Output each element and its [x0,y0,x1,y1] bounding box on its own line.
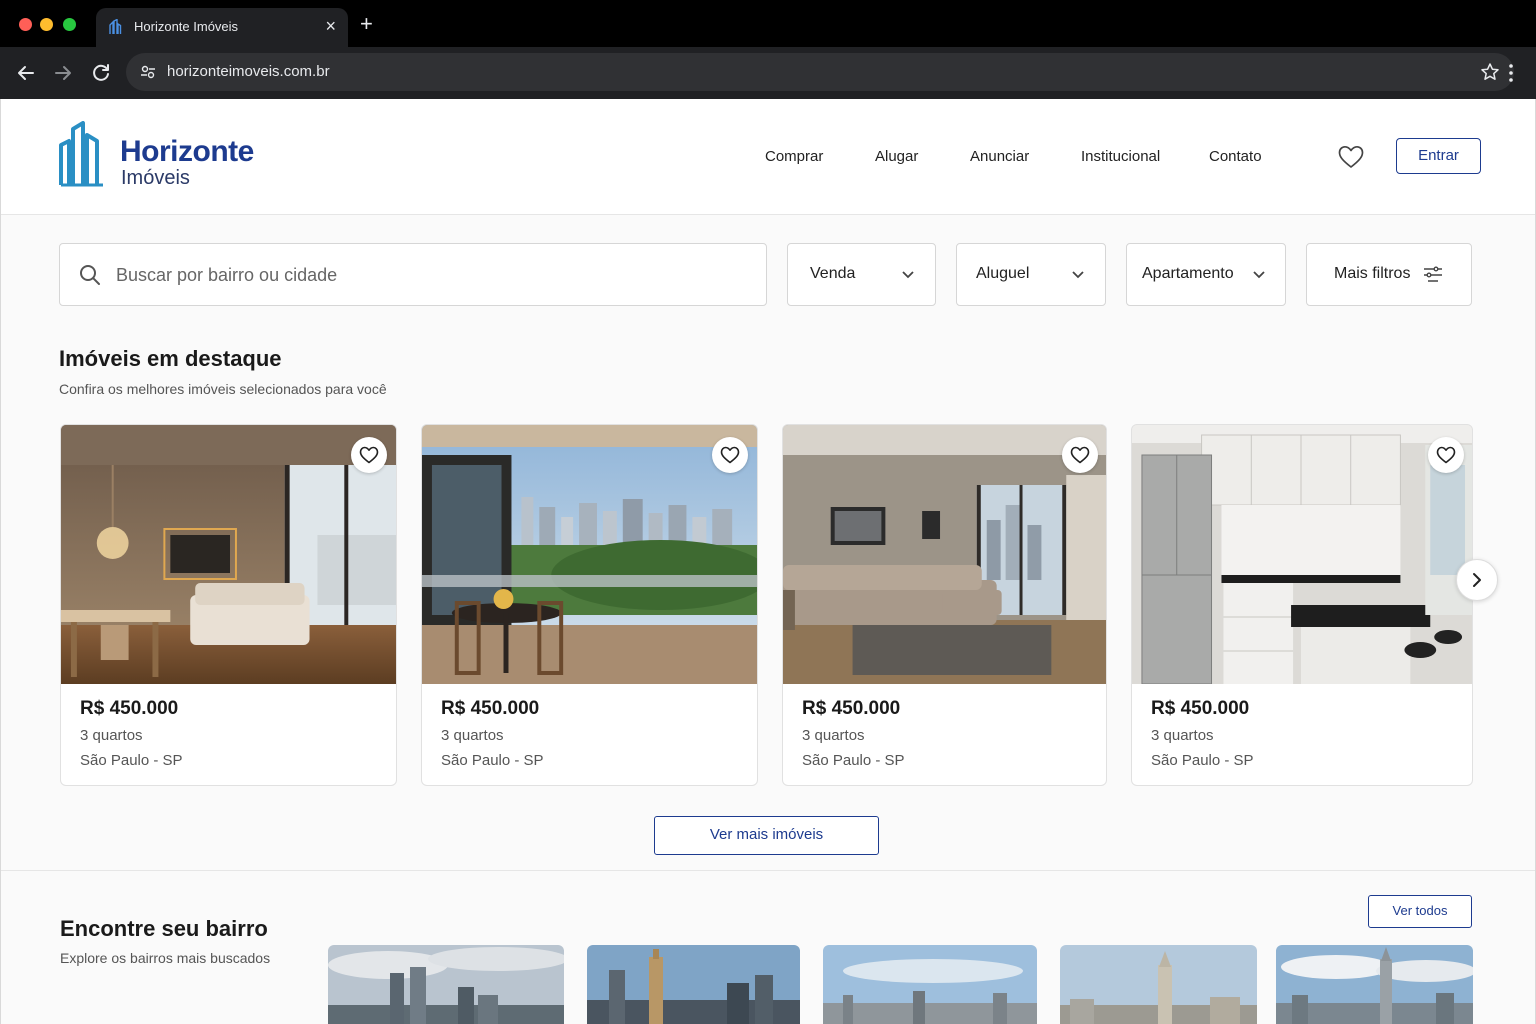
favorite-button[interactable] [712,437,748,473]
logo-buildings-icon[interactable] [59,121,107,187]
nav-anunciar[interactable]: Anunciar [970,148,1029,165]
listing-rooms: 3 quartos [802,727,865,744]
browser-toolbar: horizonteimoveis.com.br [0,47,1536,99]
bookmark-star-icon[interactable] [1480,62,1500,82]
listing-location: São Paulo - SP [1151,752,1254,769]
favorite-button[interactable] [1062,437,1098,473]
filter-sliders-icon [1424,266,1442,282]
listing-photo[interactable] [1132,425,1472,684]
back-arrow-icon[interactable] [14,61,38,85]
neighborhood-card[interactable] [587,945,800,1024]
listing-rooms: 3 quartos [441,727,504,744]
listing-card[interactable]: R$ 450.000 3 quartos São Paulo - SP [421,424,758,786]
listing-location: São Paulo - SP [802,752,905,769]
maximize-window-button[interactable] [63,18,76,31]
close-window-button[interactable] [19,18,32,31]
chevron-right-icon [1473,573,1481,587]
select-value: Venda [810,265,856,282]
favorites-heart-icon[interactable] [1338,145,1364,169]
search-input[interactable] [116,262,736,288]
forward-arrow-icon[interactable] [51,61,75,85]
heart-icon [359,446,379,464]
favorite-button[interactable] [351,437,387,473]
listing-price: R$ 450.000 [80,698,179,719]
neighborhoods-subtitle: Explore os bairros mais buscados [60,950,271,966]
select-value: Aluguel [976,265,1030,282]
transaction-type-select[interactable]: Venda [787,243,936,306]
close-tab-icon[interactable]: × [325,17,336,35]
logo-tagline: Imóveis [121,167,190,189]
featured-title: Imóveis em destaque [59,346,282,371]
minimize-window-button[interactable] [40,18,53,31]
neighborhood-card[interactable] [823,945,1037,1024]
nav-contato[interactable]: Contato [1209,148,1262,165]
tab-title: Horizonte Imóveis [134,19,239,34]
chevron-down-icon [902,271,914,279]
listing-rooms: 3 quartos [80,727,143,744]
listing-rooms: 3 quartos [1151,727,1214,744]
url-text: horizonteimoveis.com.br [167,63,330,80]
listing-price: R$ 450.000 [802,698,901,719]
featured-subtitle: Confira os melhores imóveis selecionados… [59,381,387,397]
view-more-listings-button[interactable]: Ver mais imóveis [654,816,879,855]
listing-price: R$ 450.000 [1151,698,1250,719]
section-divider [1,870,1535,871]
listing-card[interactable]: R$ 450.000 3 quartos São Paulo - SP [782,424,1107,786]
site-favicon-icon [109,19,122,34]
search-icon [80,265,100,285]
neighborhood-card[interactable] [1276,945,1473,1024]
listing-photo[interactable] [783,425,1106,684]
chevron-down-icon [1253,271,1265,279]
heart-icon [720,446,740,464]
listing-price: R$ 450.000 [441,698,540,719]
see-all-neighborhoods-button[interactable]: Ver todos [1368,895,1472,928]
page: Horizonte Imóveis Comprar Alugar Anuncia… [0,99,1536,1024]
nav-comprar[interactable]: Comprar [765,148,823,165]
favorite-button[interactable] [1428,437,1464,473]
chevron-down-icon [1072,271,1084,279]
heart-icon [1070,446,1090,464]
neighborhood-card[interactable] [1060,945,1257,1024]
property-type-select[interactable]: Apartamento [1126,243,1286,306]
listing-location: São Paulo - SP [441,752,544,769]
browser-chrome: Horizonte Imóveis × + horizonteimoveis.c… [0,0,1536,99]
site-header: Horizonte Imóveis Comprar Alugar Anuncia… [1,99,1535,215]
neighborhoods-title: Encontre seu bairro [60,916,268,941]
listing-card[interactable]: R$ 450.000 3 quartos São Paulo - SP [60,424,397,786]
site-settings-icon[interactable] [140,64,156,80]
carousel-next-button[interactable] [1456,559,1498,601]
nav-institucional[interactable]: Institucional [1081,148,1160,165]
logo-brand-name[interactable]: Horizonte [120,135,254,169]
listing-card[interactable]: R$ 450.000 3 quartos São Paulo - SP [1131,424,1473,786]
select-value: Apartamento [1142,265,1234,282]
heart-icon [1436,446,1456,464]
tab-strip: Horizonte Imóveis × + [0,0,1536,47]
search-box[interactable] [59,243,767,306]
browser-tab[interactable]: Horizonte Imóveis × [96,8,348,47]
login-button[interactable]: Entrar [1396,138,1481,174]
rent-select[interactable]: Aluguel [956,243,1106,306]
neighborhood-card[interactable] [328,945,564,1024]
listing-photo[interactable] [61,425,396,684]
reload-icon[interactable] [89,61,113,85]
listing-location: São Paulo - SP [80,752,183,769]
more-filters-button[interactable]: Mais filtros [1306,243,1472,306]
browser-menu-icon[interactable] [1504,62,1518,84]
nav-alugar[interactable]: Alugar [875,148,918,165]
more-filters-label: Mais filtros [1334,265,1411,282]
new-tab-icon[interactable]: + [360,13,373,35]
listing-photo[interactable] [422,425,757,684]
address-bar[interactable]: horizonteimoveis.com.br [126,53,1514,91]
